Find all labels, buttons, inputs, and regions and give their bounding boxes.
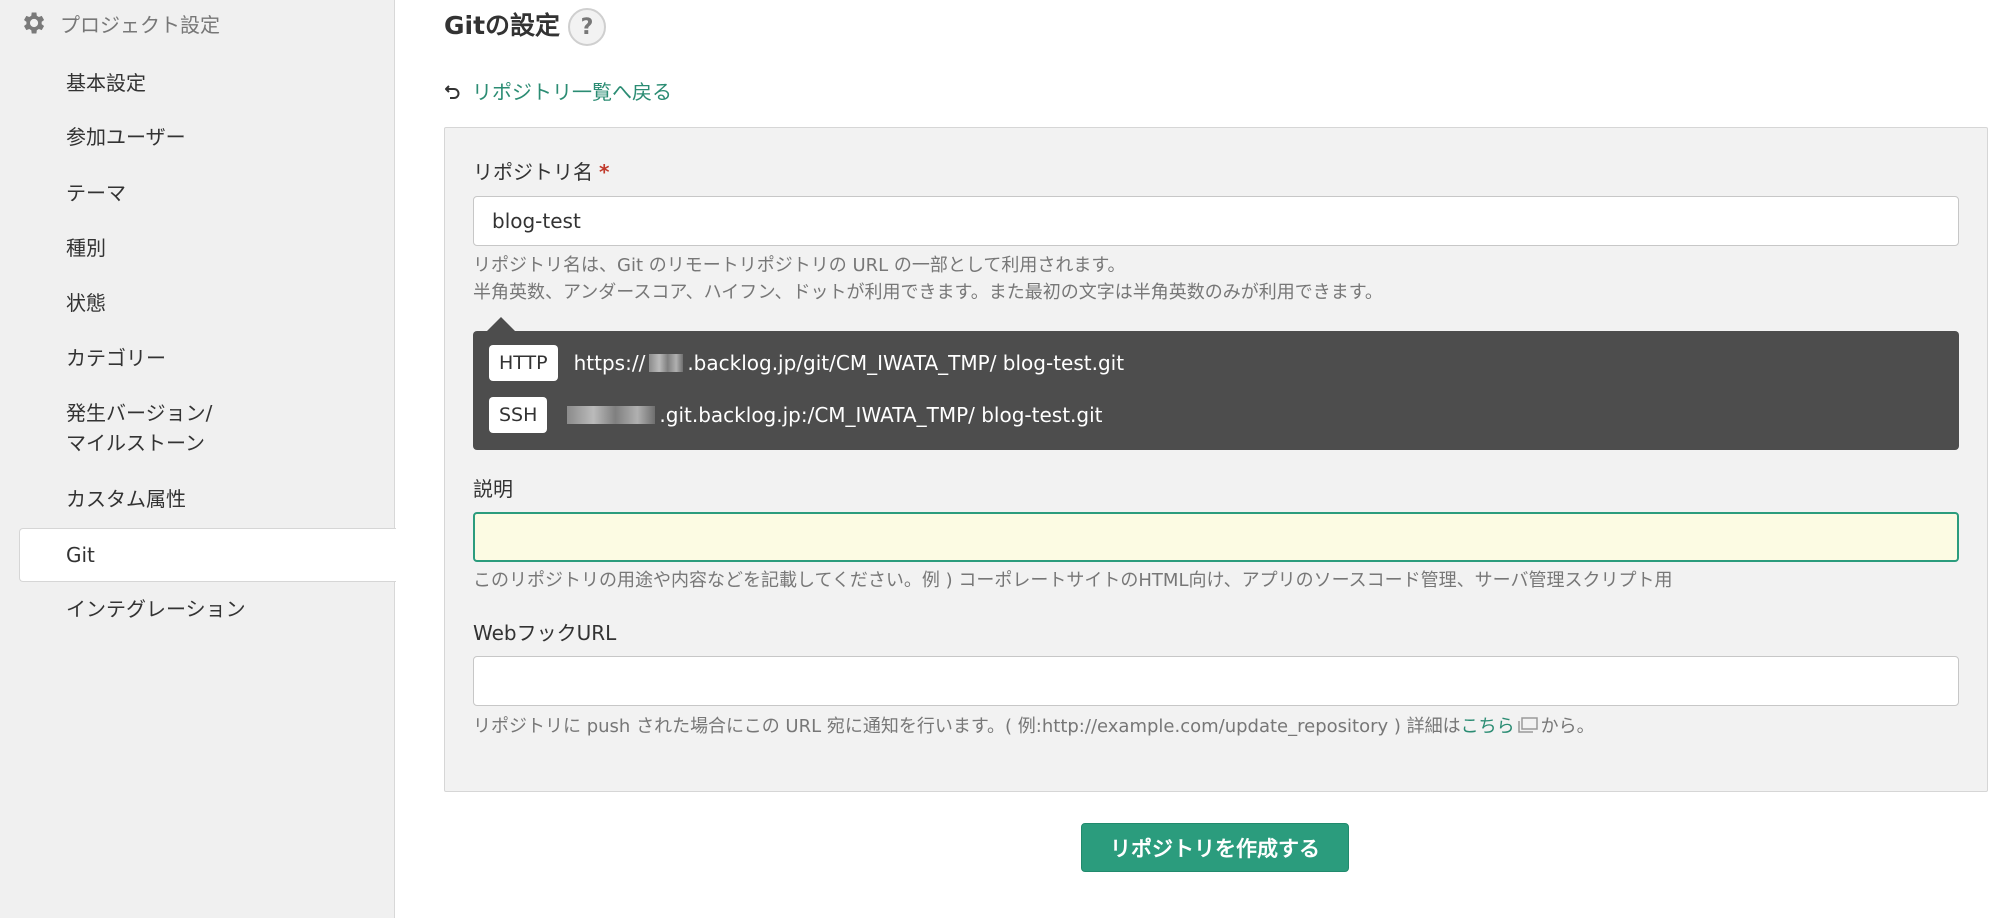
- sidebar-header: プロジェクト設定: [18, 8, 220, 38]
- sidebar-item-custom-fields[interactable]: カスタム属性: [66, 484, 186, 514]
- sidebar-title: プロジェクト設定: [60, 12, 220, 37]
- http-tag: HTTP: [489, 345, 558, 381]
- description-label: 説明: [473, 477, 513, 501]
- sidebar-item-integrations[interactable]: インテグレーション: [66, 594, 246, 624]
- back-to-repositories-link[interactable]: リポジトリ一覧へ戻る: [444, 76, 672, 105]
- sidebar-item-label: Git: [66, 543, 95, 567]
- page-title: Gitの設定: [444, 11, 561, 40]
- webhook-url-label: WebフックURL: [473, 621, 617, 645]
- sidebar-item-basic-settings[interactable]: 基本設定: [66, 68, 146, 98]
- description-input[interactable]: [473, 512, 1959, 562]
- webhook-url-input[interactable]: [473, 656, 1959, 706]
- repo-name-value: blog-test: [492, 209, 581, 233]
- ssh-url-row: SSH .git.backlog.jp:/CM_IWATA_TMP/ blog-…: [489, 397, 1103, 433]
- project-settings-sidebar: プロジェクト設定 基本設定 参加ユーザー テーマ 種別 状態 カテゴリー 発生バ…: [0, 0, 396, 918]
- repository-url-preview: HTTP https:// .backlog.jp/git/CM_IWATA_T…: [473, 317, 1959, 450]
- repo-name-hint-2: 半角英数、アンダースコア、ハイフン、ドットが利用できます。また最初の文字は半角英…: [473, 282, 1383, 303]
- sidebar-item-git[interactable]: Git: [19, 528, 396, 582]
- return-arrow-icon: [444, 81, 464, 101]
- repo-name-input[interactable]: blog-test: [473, 196, 1959, 246]
- webhook-hint: リポジトリに push された場合にこの URL 宛に通知を行います。( 例:h…: [473, 713, 1595, 741]
- sidebar-item-theme[interactable]: テーマ: [66, 178, 126, 208]
- sidebar-item-versions-line2: マイルストーン: [66, 431, 205, 455]
- webhook-hint-after: から。: [1540, 716, 1595, 737]
- external-window-icon: [1517, 714, 1539, 741]
- repo-name-label-text: リポジトリ名: [473, 160, 593, 184]
- help-button[interactable]: ?: [568, 8, 606, 46]
- sidebar-item-categories[interactable]: カテゴリー: [66, 343, 166, 373]
- sidebar-item-status[interactable]: 状態: [66, 288, 106, 318]
- sidebar-item-members[interactable]: 参加ユーザー: [66, 122, 186, 152]
- http-url-suffix: .backlog.jp/git/CM_IWATA_TMP/ blog-test.…: [687, 351, 1125, 375]
- create-repository-button[interactable]: リポジトリを作成する: [1081, 823, 1349, 872]
- ssh-url-suffix: .git.backlog.jp:/CM_IWATA_TMP/ blog-test…: [659, 403, 1103, 427]
- back-link-label: リポジトリ一覧へ戻る: [472, 80, 672, 104]
- repo-name-hint-1: リポジトリ名は、Git のリモートリポジトリの URL の一部として利用されます…: [473, 255, 1126, 276]
- description-hint: このリポジトリの用途や内容などを記載してください。例 ) コーポレートサイトのH…: [473, 570, 1673, 591]
- sidebar-item-versions-milestones[interactable]: 発生バージョン/ マイルストーン: [66, 398, 212, 458]
- redacted-ssh-host: [567, 406, 656, 424]
- details-link[interactable]: こちら: [1461, 716, 1515, 737]
- gear-icon: [18, 8, 48, 38]
- http-url-prefix: https://: [573, 351, 646, 375]
- http-url-row: HTTP https:// .backlog.jp/git/CM_IWATA_T…: [489, 345, 1124, 381]
- sidebar-item-issue-types[interactable]: 種別: [66, 233, 106, 263]
- sidebar-item-versions-line1: 発生バージョン/: [66, 401, 213, 425]
- tooltip-caret: [487, 317, 515, 331]
- redacted-space-name: [649, 354, 684, 372]
- ssh-tag: SSH: [489, 397, 548, 433]
- webhook-hint-text: リポジトリに push された場合にこの URL 宛に通知を行います。( 例:h…: [473, 716, 1461, 737]
- repo-name-label: リポジトリ名 *: [473, 158, 609, 186]
- required-mark: *: [599, 160, 610, 184]
